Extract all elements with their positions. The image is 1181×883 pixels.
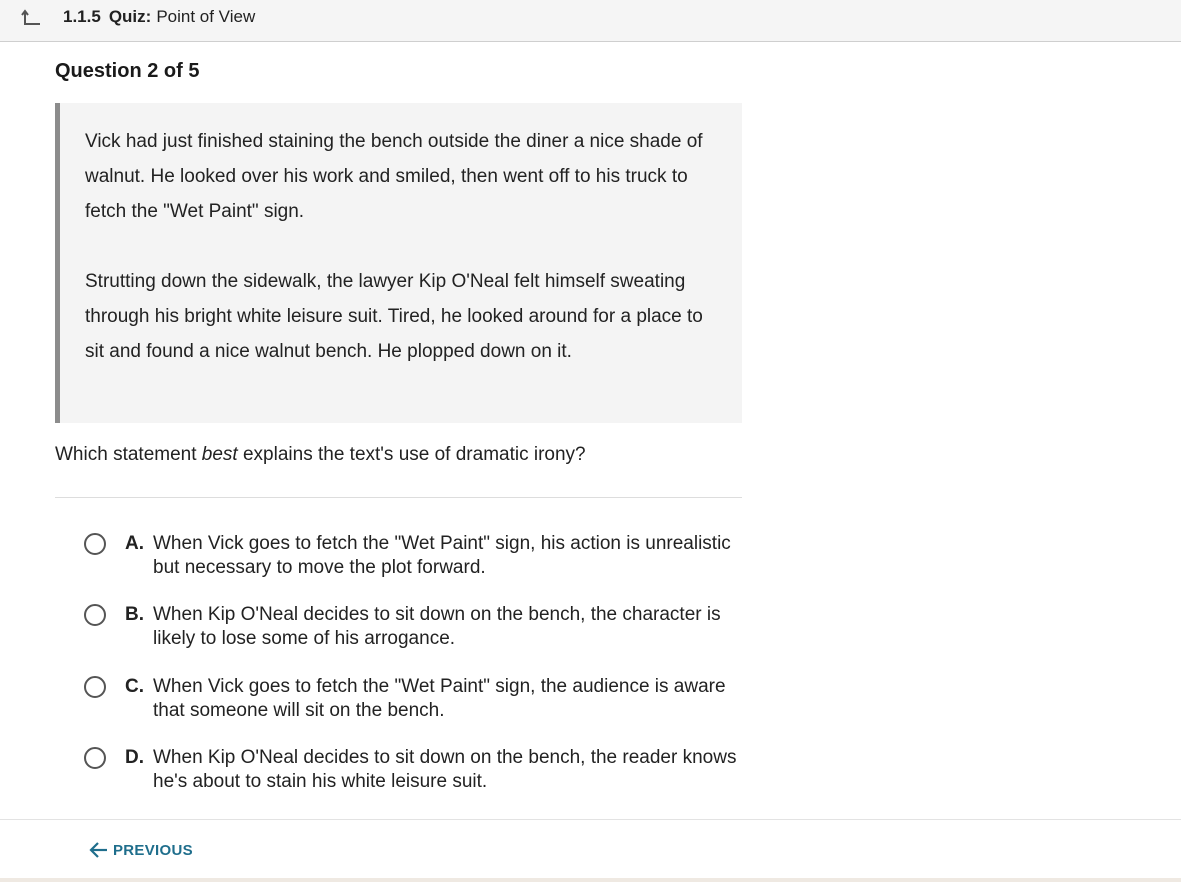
option-text: When Kip O'Neal decides to sit down on t… xyxy=(153,747,737,792)
question-counter: Question 2 of 5 xyxy=(55,60,200,82)
option-text: When Vick goes to fetch the "Wet Paint" … xyxy=(153,533,731,578)
radio-button[interactable] xyxy=(84,747,106,769)
quiz-kind: Quiz: xyxy=(108,7,152,26)
bottom-strip xyxy=(0,878,1181,882)
radio-button[interactable] xyxy=(84,533,106,555)
divider xyxy=(55,497,742,498)
quiz-title: 1.1.5 Quiz: Point of View xyxy=(63,7,255,27)
option-letter: B. xyxy=(125,604,144,625)
quiz-number: 1.1.5 xyxy=(63,7,101,26)
previous-label: PREVIOUS xyxy=(113,841,193,859)
arrow-left-icon xyxy=(89,842,107,858)
top-bar: 1.1.5 Quiz: Point of View xyxy=(0,0,1181,42)
option-letter: C. xyxy=(125,676,144,697)
prompt-emphasis: best xyxy=(201,444,238,465)
option-text: When Kip O'Neal decides to sit down on t… xyxy=(153,604,721,649)
option-letter: A. xyxy=(125,533,144,554)
passage-box: Vick had just finished staining the benc… xyxy=(55,103,742,423)
previous-button[interactable]: PREVIOUS xyxy=(88,838,193,862)
passage-paragraph-2: Strutting down the sidewalk, the lawyer … xyxy=(85,271,703,362)
radio-button[interactable] xyxy=(84,676,106,698)
question-prompt: Which statement best explains the text's… xyxy=(55,442,586,468)
quiz-name: Point of View xyxy=(156,7,256,26)
back-arrow-icon[interactable] xyxy=(21,7,43,29)
passage-paragraph-1: Vick had just finished staining the benc… xyxy=(85,131,703,222)
radio-button[interactable] xyxy=(84,604,106,626)
option-letter: D. xyxy=(125,747,144,768)
prompt-text-after: explains the text's use of dramatic iron… xyxy=(237,444,586,465)
option-text: When Vick goes to fetch the "Wet Paint" … xyxy=(153,676,726,721)
prompt-text-before: Which statement xyxy=(55,444,202,465)
